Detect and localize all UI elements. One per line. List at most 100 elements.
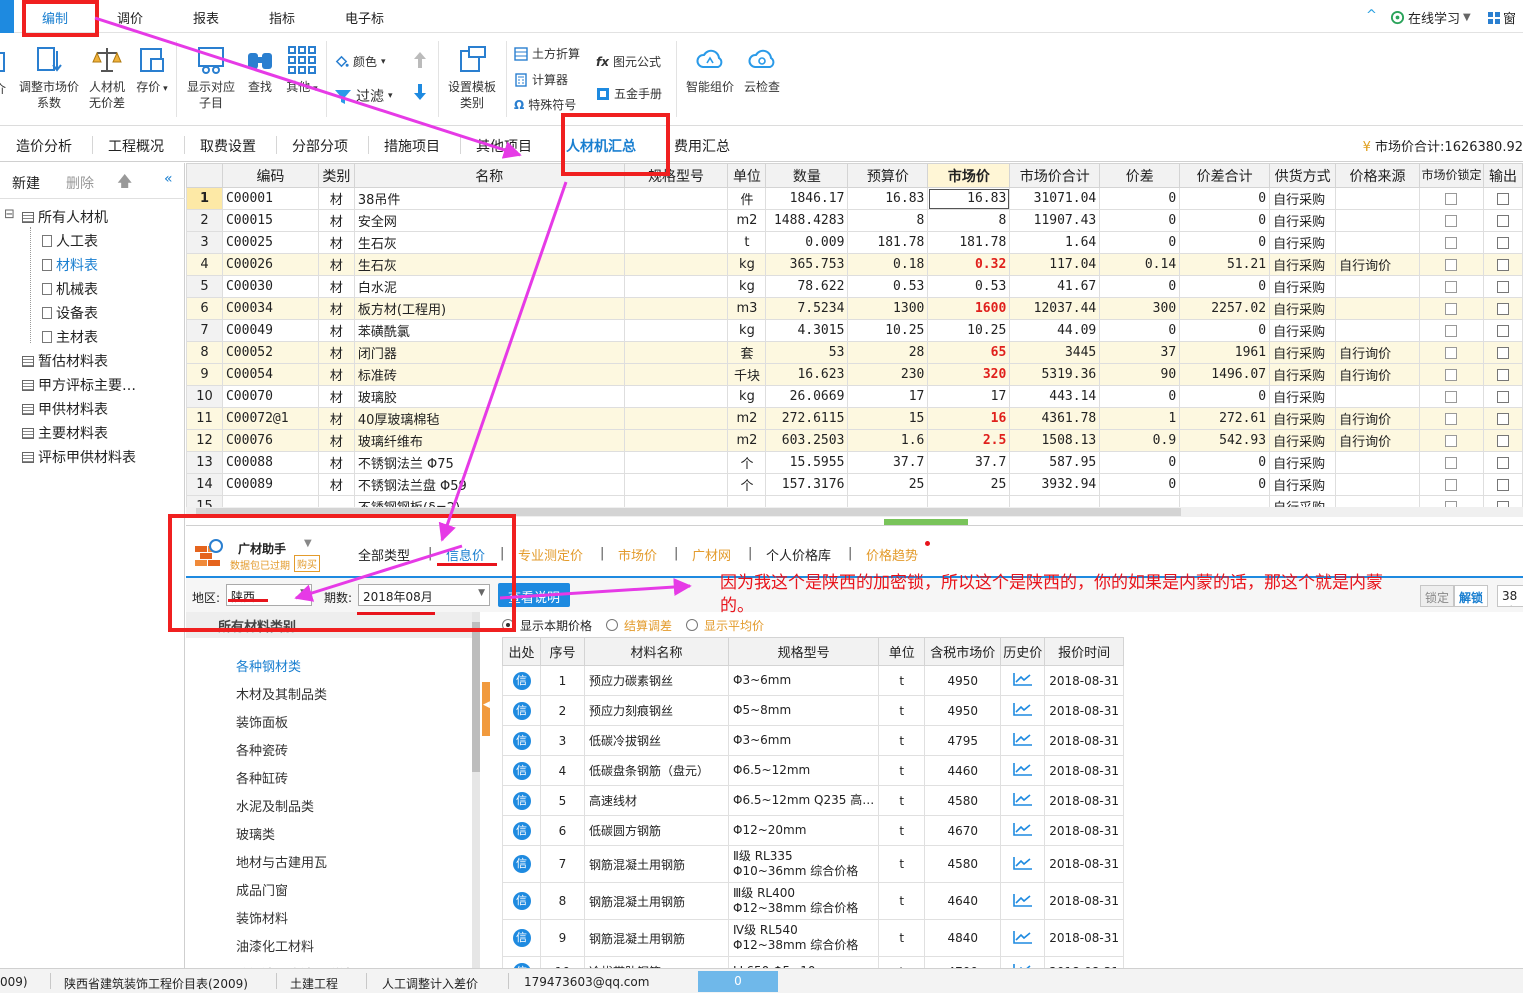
grid-cell[interactable]: 0.53 (847, 275, 929, 298)
grid-cell[interactable]: 320 (927, 363, 1011, 386)
collapse-handle[interactable]: ◀ (482, 682, 490, 736)
lock-cell[interactable] (1419, 209, 1484, 232)
grid-cell[interactable]: 15 (186, 495, 223, 507)
grid-cell[interactable]: 闭门器 (353, 341, 625, 364)
hardware-manual-button[interactable]: 五金手册 (596, 85, 662, 102)
grid-cell[interactable]: 1488.4283 (765, 209, 849, 232)
price-col-header[interactable]: 材料名称 (584, 637, 729, 666)
history-cell[interactable] (1000, 845, 1046, 883)
trend-chart-icon[interactable] (1012, 792, 1033, 806)
grid-cell[interactable] (1335, 385, 1421, 408)
table-row[interactable]: 3 C00025 材生石灰 t 0.009 181.78 181.78 1.64 0 0 自行采购 (186, 231, 1523, 254)
grid-cell[interactable] (1335, 451, 1421, 474)
grid-cell[interactable]: C00025 (221, 231, 319, 254)
price-cell[interactable]: 4580 (924, 785, 1002, 816)
grid-cell[interactable] (1179, 495, 1271, 507)
output-cell[interactable] (1482, 407, 1523, 430)
grid-horizontal-scrollbar[interactable] (186, 507, 1523, 517)
rcj-no-diff-button[interactable]: 人材机 无价差 (86, 45, 128, 111)
category-item[interactable]: 成品门窗 (236, 880, 288, 899)
grid-cell[interactable]: 0 (1179, 473, 1271, 496)
grid-cell[interactable]: 37.7 (927, 451, 1011, 474)
grid-cell[interactable]: 2257.02 (1179, 297, 1271, 320)
lock-cell[interactable] (1419, 297, 1484, 320)
grid-cell[interactable] (927, 495, 1011, 507)
lock-cell[interactable] (1419, 187, 1484, 210)
grid-cell[interactable]: 51.21 (1179, 253, 1271, 276)
radio-settlement[interactable] (606, 619, 619, 631)
output-checkbox[interactable] (1496, 456, 1509, 469)
calculator-button[interactable]: 计算器 (514, 71, 568, 88)
market-lock-checkbox[interactable] (1445, 390, 1458, 403)
material-name-cell[interactable]: 预应力碳素钢丝 (584, 665, 729, 696)
grid-cell[interactable]: 230 (847, 363, 929, 386)
figure-formula-button[interactable]: fx 图元公式 (596, 53, 661, 70)
grid-cell[interactable]: 生石灰 (353, 231, 625, 254)
trend-chart-icon[interactable] (1012, 893, 1033, 907)
lock-cell[interactable] (1419, 407, 1484, 430)
grid-cell[interactable] (623, 297, 729, 320)
market-lock-checkbox[interactable] (1445, 258, 1458, 271)
price-cell[interactable]: 4670 (924, 815, 1002, 846)
grid-cell[interactable]: 90 (1099, 363, 1181, 386)
grid-cell[interactable]: 0.9 (1099, 429, 1181, 452)
price-cell[interactable]: 4950 (924, 695, 1002, 726)
grid-cell[interactable] (623, 341, 729, 364)
grid-col-header[interactable]: 规格型号 (623, 163, 729, 188)
lock-cell[interactable] (1419, 495, 1484, 507)
category-scrollbar[interactable] (472, 612, 480, 969)
grid-cell[interactable] (1009, 495, 1101, 507)
grid-cell[interactable]: 11 (186, 407, 223, 430)
grid-col-header[interactable]: 名称 (353, 163, 625, 188)
lock-cell[interactable] (1419, 451, 1484, 474)
cloud-check-button[interactable]: 云检查 (742, 45, 782, 95)
grid-cell[interactable]: 苯磺酰氯 (353, 319, 625, 342)
tab-personal-library[interactable]: 个人价格库 (766, 545, 831, 564)
category-item[interactable]: 各种钢材类 (236, 656, 301, 675)
grid-cell[interactable]: C00054 (221, 363, 319, 386)
grid-cell[interactable]: 587.95 (1009, 451, 1101, 474)
grid-cell[interactable]: 0 (1099, 385, 1181, 408)
grid-cell[interactable] (1335, 319, 1421, 342)
period-select[interactable]: 2018年08月 ▼ (358, 584, 490, 606)
output-cell[interactable] (1482, 385, 1523, 408)
grid-cell[interactable]: 40厚玻璃棉毡 (353, 407, 625, 430)
table-row[interactable]: 5 C00030 材白水泥 kg 78.622 0.53 0.53 41.67 0 0 自行采购 (186, 275, 1523, 298)
grid-cell[interactable]: 1.64 (1009, 231, 1101, 254)
market-lock-checkbox[interactable] (1445, 368, 1458, 381)
history-cell[interactable] (1000, 665, 1046, 696)
grid-cell[interactable]: 1846.17 (765, 187, 849, 210)
lock-cell[interactable] (1419, 341, 1484, 364)
table-row[interactable]: 信 5 高速线材 Φ6.5~12mm Q235 高… t 4580 2018-08-31 (502, 785, 1124, 816)
grid-cell[interactable]: 材 (317, 319, 355, 342)
tab-cost-analysis[interactable]: 造价分析 (16, 136, 72, 156)
grid-cell[interactable]: C00026 (221, 253, 319, 276)
market-lock-checkbox[interactable] (1445, 478, 1458, 491)
grid-col-header[interactable]: 类别 (317, 163, 355, 188)
grid-cell[interactable]: 16 (927, 407, 1011, 430)
grid-cell[interactable]: 28 (847, 341, 929, 364)
grid-cell[interactable] (623, 209, 729, 232)
history-cell[interactable] (1000, 785, 1046, 816)
tree-item[interactable]: 设备表 (42, 303, 98, 323)
material-name-cell[interactable]: 钢筋混凝土用钢筋 (584, 845, 729, 883)
grid-cell[interactable]: 117.04 (1009, 253, 1101, 276)
category-item[interactable]: 各种缸砖 (236, 768, 288, 787)
table-row[interactable]: 信 8 钢筋混凝土用钢筋 Ⅲ级 RL400 Φ12~38mm 综合价格 t 4640 2018… (502, 882, 1124, 920)
category-item[interactable]: 装饰材料 (236, 908, 288, 927)
category-item[interactable]: 玻璃类 (236, 824, 275, 843)
delete-button[interactable]: 删除 (66, 173, 94, 193)
output-cell[interactable] (1482, 363, 1523, 386)
output-cell[interactable] (1482, 231, 1523, 254)
grid-cell[interactable]: 个 (727, 451, 767, 474)
tree-collapse-icon[interactable]: ⊟ (4, 207, 15, 222)
grid-cell[interactable]: C00049 (221, 319, 319, 342)
market-lock-checkbox[interactable] (1445, 302, 1458, 315)
scrollbar-thumb[interactable] (472, 622, 480, 772)
grid-cell[interactable]: C00030 (221, 275, 319, 298)
grid-cell[interactable]: 272.61 (1179, 407, 1271, 430)
output-checkbox[interactable] (1496, 412, 1509, 425)
tab-fee-setting[interactable]: 取费设置 (200, 136, 256, 156)
menu-baobiao[interactable]: 报表 (193, 8, 219, 27)
grid-cell[interactable]: 玻璃纤维布 (353, 429, 625, 452)
